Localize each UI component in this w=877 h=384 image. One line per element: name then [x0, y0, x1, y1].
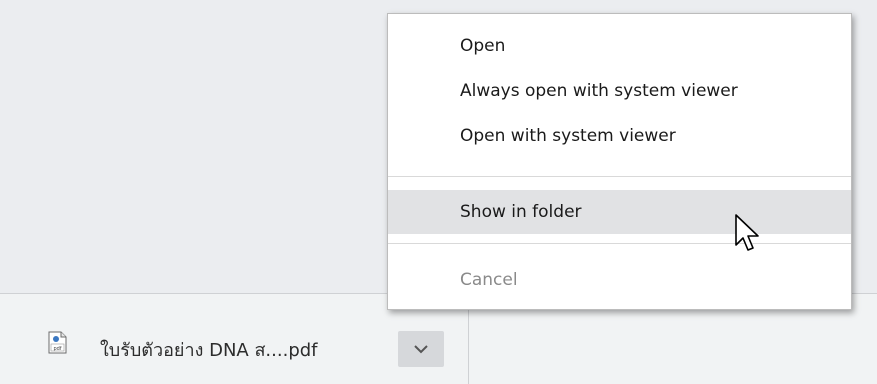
menu-item-show-in-folder[interactable]: Show in folder: [388, 190, 851, 234]
download-context-menu: Open Always open with system viewer Open…: [387, 13, 852, 310]
menu-item-cancel: Cancel: [388, 258, 851, 302]
menu-item-label: Always open with system viewer: [460, 81, 738, 101]
menu-item-always-open-with-system-viewer[interactable]: Always open with system viewer: [388, 69, 851, 113]
pdf-file-icon: pdf: [48, 331, 67, 354]
menu-item-label: Open: [460, 36, 506, 56]
chevron-down-icon: [414, 345, 428, 354]
download-file-name[interactable]: ใบรับตัวอย่าง DNA ส....pdf: [100, 335, 318, 364]
menu-item-label: Cancel: [460, 270, 518, 290]
mouse-pointer-icon: [735, 214, 759, 251]
menu-separator: [388, 243, 851, 244]
svg-text:pdf: pdf: [53, 346, 61, 352]
menu-item-label: Show in folder: [460, 202, 582, 222]
download-menu-button[interactable]: [398, 331, 444, 367]
menu-separator: [388, 176, 851, 177]
menu-item-open[interactable]: Open: [388, 24, 851, 68]
menu-item-label: Open with system viewer: [460, 126, 676, 146]
menu-item-open-with-system-viewer[interactable]: Open with system viewer: [388, 114, 851, 158]
